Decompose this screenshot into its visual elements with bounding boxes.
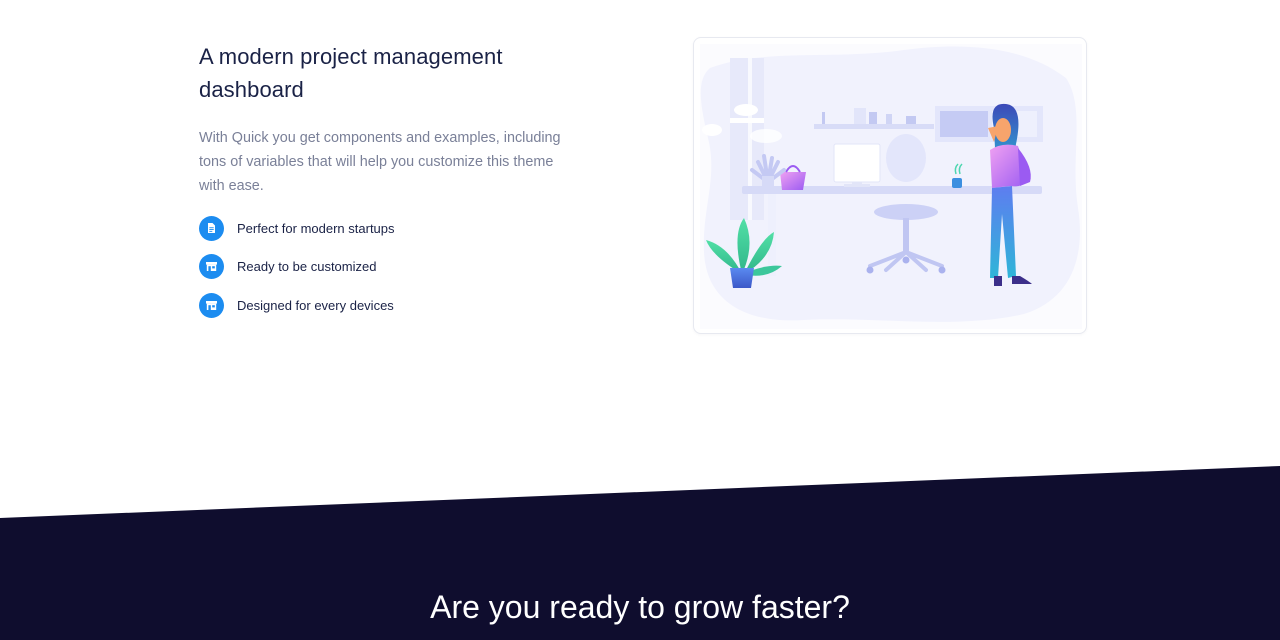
feature-item-label: Perfect for modern startups [237, 220, 395, 236]
feature-section: A modern project management dashboard Wi… [0, 0, 1280, 470]
feature-text-column: A modern project management dashboard Wi… [199, 40, 569, 331]
office-workspace-illustration [700, 44, 1082, 329]
feature-lead: With Quick you get components and exampl… [199, 130, 561, 194]
store-icon [199, 254, 224, 279]
feature-title: A modern project management dashboard [199, 44, 503, 102]
feature-item-label: Designed for every devices [237, 297, 394, 313]
store-icon [199, 292, 224, 318]
feature-item-label: Ready to be customized [237, 259, 377, 274]
feature-item-startups: Perfect for modern startups [199, 215, 569, 241]
feature-list: Perfect for modern startups Ready to be … [199, 215, 569, 318]
feature-item-devices: Designed for every devices [199, 292, 569, 318]
cta-title: Are you ready to grow faster? [430, 589, 850, 625]
document-icon [199, 215, 224, 241]
feature-item-customized: Ready to be customized [199, 254, 569, 280]
illustration-card [693, 37, 1087, 334]
